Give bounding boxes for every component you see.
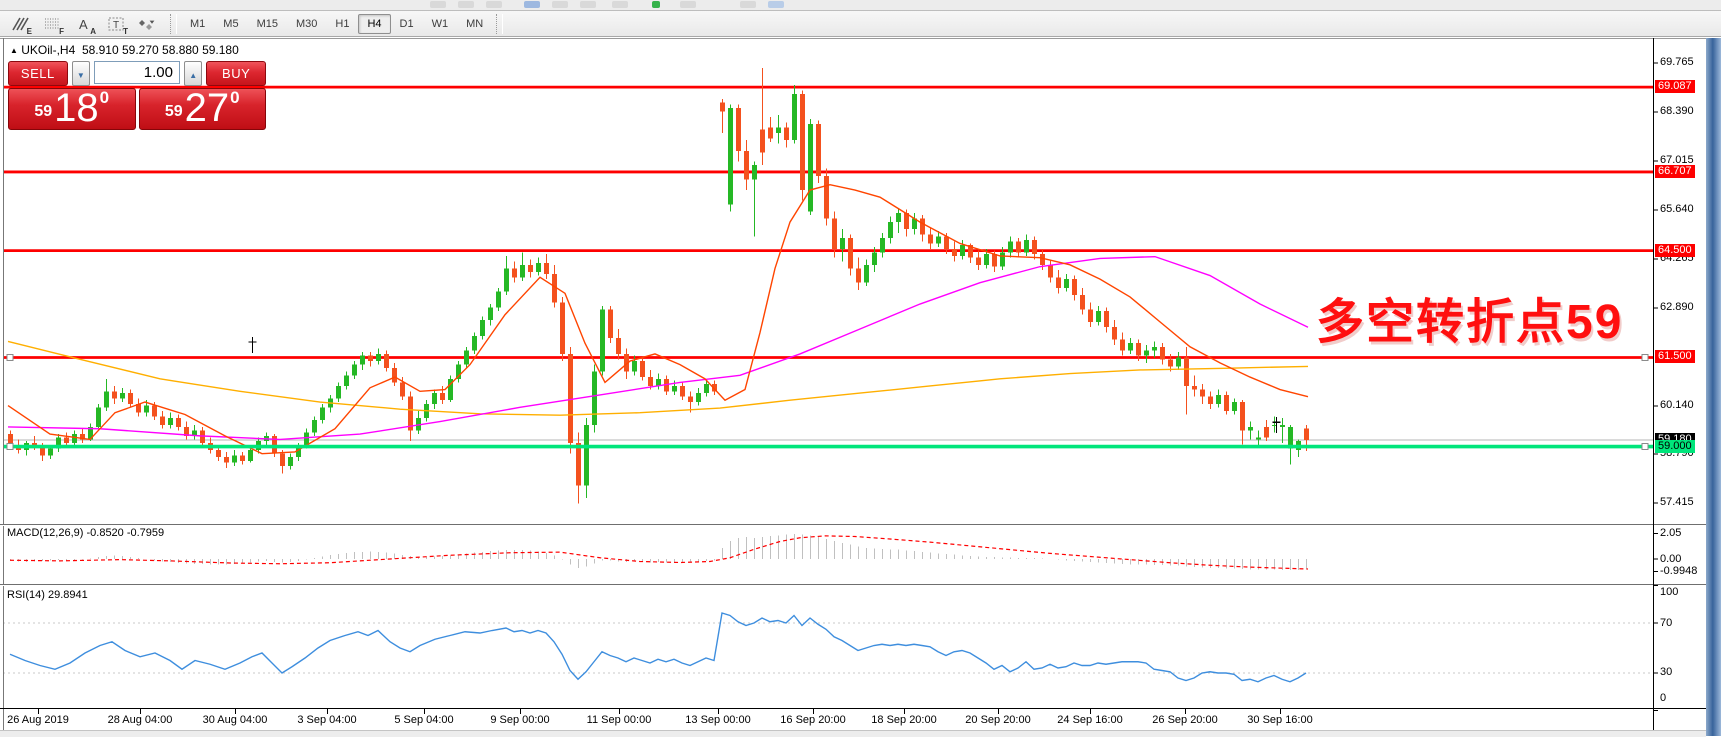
- window-edge-strip: [1706, 38, 1721, 736]
- time-axis-label: 11 Sep 00:00: [587, 714, 652, 726]
- price-axis-flag: 59.000: [1655, 440, 1695, 453]
- price-axis-label: 57.415: [1660, 496, 1694, 509]
- time-axis-label: 30 Sep 16:00: [1247, 714, 1312, 726]
- price-axis-label: 69.765: [1660, 56, 1694, 69]
- time-axis-label: 5 Sep 04:00: [394, 714, 453, 726]
- rsi-value: 29.8941: [48, 589, 88, 601]
- price-axis-label: 62.890: [1660, 301, 1694, 314]
- sell-price-prefix: 59: [34, 103, 52, 121]
- price-axis-flag: 61.500: [1655, 350, 1695, 363]
- time-axis-label: 16 Sep 20:00: [780, 714, 845, 726]
- arrow-up-icon: ▲: [189, 71, 197, 80]
- price-axis-flag: 69.087: [1655, 80, 1695, 93]
- rsi-axis-label: 70: [1660, 617, 1672, 630]
- time-axis-label: 20 Sep 20:00: [965, 714, 1030, 726]
- rsi-label: RSI(14) 29.8941: [7, 589, 88, 601]
- time-axis-label: 24 Sep 16:00: [1057, 714, 1122, 726]
- price-axis-flag: 66.707: [1655, 165, 1695, 178]
- macd-label: MACD(12,26,9) -0.8520 -0.7959: [7, 527, 164, 539]
- time-axis-label: 26 Aug 2019: [7, 714, 69, 726]
- time-axis-label: 30 Aug 04:00: [203, 714, 268, 726]
- lot-decrease-button[interactable]: ▼: [72, 61, 90, 86]
- collapse-arrow-icon[interactable]: ▲: [10, 46, 18, 55]
- sell-price-sup: 0: [100, 88, 109, 108]
- time-axis-label: 13 Sep 00:00: [685, 714, 750, 726]
- one-click-trading-panel: SELL ▼ ▲ BUY 59180 59270: [8, 61, 266, 130]
- sell-price-big: 18: [54, 90, 99, 126]
- rsi-axis-label: 0: [1660, 692, 1666, 705]
- price-axis-label: 60.140: [1660, 399, 1694, 412]
- buy-price-sup: 0: [230, 88, 239, 108]
- time-axis-label: 9 Sep 00:00: [490, 714, 549, 726]
- macd-axis-label: 2.05: [1660, 527, 1681, 540]
- lot-increase-button[interactable]: ▲: [184, 61, 202, 86]
- time-axis-label: 3 Sep 04:00: [297, 714, 356, 726]
- lot-size-input[interactable]: [94, 61, 180, 84]
- arrow-down-icon: ▼: [77, 71, 85, 80]
- symbol-header: ▲ UKOil-,H4 58.910 59.270 58.880 59.180: [10, 43, 239, 57]
- price-axis-flag: 64.500: [1655, 244, 1695, 257]
- time-axis-label: 18 Sep 20:00: [871, 714, 936, 726]
- macd-axis-label: 0.00: [1660, 553, 1681, 566]
- macd-values: -0.8520 -0.7959: [86, 527, 164, 539]
- time-axis-label: 26 Sep 20:00: [1152, 714, 1217, 726]
- macd-axis-label: -0.9948: [1660, 565, 1697, 578]
- buy-price-big: 27: [185, 90, 230, 126]
- sell-button[interactable]: SELL: [8, 61, 68, 86]
- time-axis-label: 28 Aug 04:00: [108, 714, 173, 726]
- buy-price-prefix: 59: [165, 103, 183, 121]
- price-axis-label: 68.390: [1660, 105, 1694, 118]
- chart-annotation-text: 多空转折点59: [1316, 282, 1623, 352]
- sell-price-tile[interactable]: 59180: [8, 88, 136, 130]
- ohlc-values: 58.910 59.270 58.880 59.180: [82, 43, 239, 57]
- price-axis-label: 65.640: [1660, 203, 1694, 216]
- rsi-axis-label: 30: [1660, 666, 1672, 679]
- buy-button[interactable]: BUY: [206, 61, 266, 86]
- buy-price-tile[interactable]: 59270: [139, 88, 267, 130]
- symbol-timeframe: UKOil-,H4: [21, 43, 75, 57]
- rsi-axis-label: 100: [1660, 586, 1678, 599]
